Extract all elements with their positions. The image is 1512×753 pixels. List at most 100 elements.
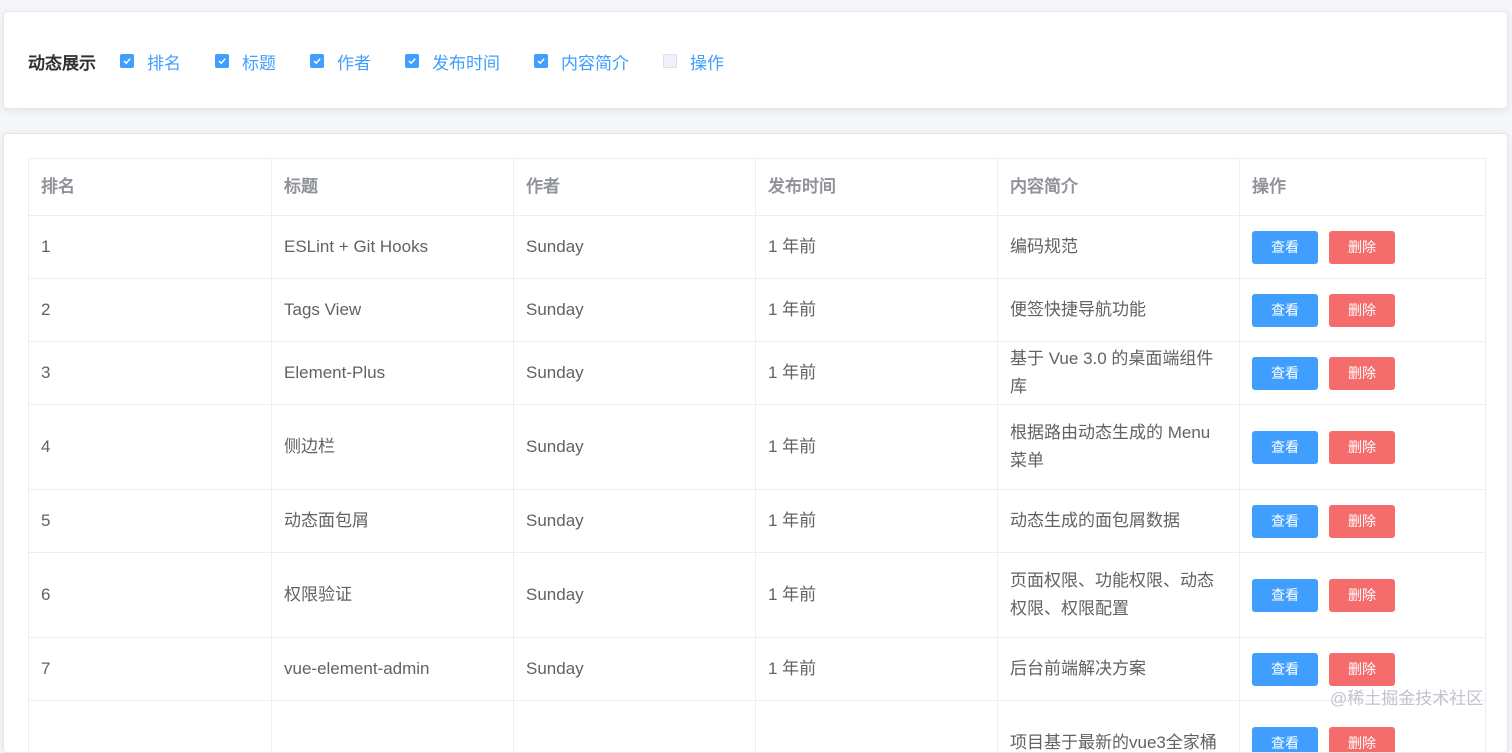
cell-description: 动态生成的面包屑数据 — [998, 490, 1240, 553]
table-row: 4 侧边栏 Sunday 1 年前 根据路由动态生成的 Menu 菜单 查看删除 — [29, 405, 1486, 490]
checkbox-checked-icon[interactable] — [405, 54, 419, 68]
column-header-author: 作者 — [514, 159, 756, 216]
column-filter-row: 动态展示 排名 标题 作者 发布时间 — [28, 12, 758, 110]
cell-description: 后台前端解决方案 — [998, 638, 1240, 701]
checkbox-label[interactable]: 作者 — [337, 49, 371, 74]
cell-description: 便签快捷导航功能 — [998, 279, 1240, 342]
cell-description: 编码规范 — [998, 216, 1240, 279]
table-row: 3 Element-Plus Sunday 1 年前 基于 Vue 3.0 的桌… — [29, 342, 1486, 405]
checkbox-label[interactable]: 排名 — [147, 49, 181, 74]
cell-actions: 查看删除 — [1240, 342, 1486, 405]
cell-author: Sunday — [514, 342, 756, 405]
checkbox-label[interactable]: 发布时间 — [432, 49, 500, 74]
cell-description: 基于 Vue 3.0 的桌面端组件库 — [998, 342, 1240, 405]
cell-description: 页面权限、功能权限、动态权限、权限配置 — [998, 553, 1240, 638]
checkbox-label[interactable]: 操作 — [690, 49, 724, 74]
column-header-description: 内容简介 — [998, 159, 1240, 216]
view-button[interactable]: 查看 — [1252, 231, 1318, 264]
cell-publish-time: 1 年前 — [756, 553, 998, 638]
column-header-rank: 排名 — [29, 159, 272, 216]
cell-author: Sunday — [514, 553, 756, 638]
cell-title: 侧边栏 — [272, 405, 514, 490]
checkbox-unchecked-icon[interactable] — [663, 54, 677, 68]
checkbox-title[interactable]: 标题 — [215, 49, 276, 74]
cell-actions: 查看删除 — [1240, 490, 1486, 553]
cell-publish-time: 1 年前 — [756, 490, 998, 553]
checkbox-actions[interactable]: 操作 — [663, 49, 724, 74]
delete-button[interactable]: 删除 — [1329, 357, 1395, 390]
cell-rank: 3 — [29, 342, 272, 405]
view-button[interactable]: 查看 — [1252, 653, 1318, 686]
checkbox-checked-icon[interactable] — [215, 54, 229, 68]
checkbox-description[interactable]: 内容简介 — [534, 49, 629, 74]
cell-actions: 查看删除 — [1240, 553, 1486, 638]
column-header-actions: 操作 — [1240, 159, 1486, 216]
cell-publish-time: 1 年前 — [756, 638, 998, 701]
delete-button[interactable]: 删除 — [1329, 579, 1395, 612]
cell-description: 根据路由动态生成的 Menu 菜单 — [998, 405, 1240, 490]
cell-publish-time: 1 年前 — [756, 216, 998, 279]
table-row: 7 vue-element-admin Sunday 1 年前 后台前端解决方案… — [29, 638, 1486, 701]
view-button[interactable]: 查看 — [1252, 294, 1318, 327]
article-table-panel: 排名 标题 作者 发布时间 内容简介 操作 1 ESLint + Git Hoo… — [3, 133, 1508, 753]
cell-rank: 2 — [29, 279, 272, 342]
cell-rank: 6 — [29, 553, 272, 638]
delete-button[interactable]: 删除 — [1329, 294, 1395, 327]
watermark-text: @稀土掘金技术社区 — [1330, 684, 1483, 709]
checkbox-author[interactable]: 作者 — [310, 49, 371, 74]
cell-title: vue-element-admin — [272, 638, 514, 701]
cell-rank: 1 — [29, 216, 272, 279]
table-row: 2 Tags View Sunday 1 年前 便签快捷导航功能 查看删除 — [29, 279, 1486, 342]
cell-rank — [29, 701, 272, 753]
view-button[interactable]: 查看 — [1252, 505, 1318, 538]
column-header-publish-time: 发布时间 — [756, 159, 998, 216]
column-filter-panel: 动态展示 排名 标题 作者 发布时间 — [3, 11, 1508, 109]
checkbox-checked-icon[interactable] — [310, 54, 324, 68]
delete-button[interactable]: 删除 — [1329, 727, 1395, 753]
cell-author: Sunday — [514, 216, 756, 279]
cell-publish-time: 1 年前 — [756, 405, 998, 490]
view-button[interactable]: 查看 — [1252, 579, 1318, 612]
cell-publish-time: 1 年前 — [756, 342, 998, 405]
checkbox-label[interactable]: 内容简介 — [561, 49, 629, 74]
table-header-row: 排名 标题 作者 发布时间 内容简介 操作 — [29, 159, 1486, 216]
cell-actions: 查看删除 — [1240, 405, 1486, 490]
article-table: 排名 标题 作者 发布时间 内容简介 操作 1 ESLint + Git Hoo… — [28, 158, 1486, 753]
delete-button[interactable]: 删除 — [1329, 231, 1395, 264]
cell-description: 项目基于最新的vue3全家桶 — [998, 701, 1240, 753]
cell-rank: 7 — [29, 638, 272, 701]
cell-rank: 5 — [29, 490, 272, 553]
table-row: 6 权限验证 Sunday 1 年前 页面权限、功能权限、动态权限、权限配置 查… — [29, 553, 1486, 638]
delete-button[interactable]: 删除 — [1329, 431, 1395, 464]
checkbox-checked-icon[interactable] — [534, 54, 548, 68]
checkbox-rank[interactable]: 排名 — [120, 49, 181, 74]
cell-title: Element-Plus — [272, 342, 514, 405]
cell-author: Sunday — [514, 279, 756, 342]
column-header-title: 标题 — [272, 159, 514, 216]
table-row: 5 动态面包屑 Sunday 1 年前 动态生成的面包屑数据 查看删除 — [29, 490, 1486, 553]
cell-actions: 查看删除 — [1240, 279, 1486, 342]
delete-button[interactable]: 删除 — [1329, 505, 1395, 538]
checkbox-checked-icon[interactable] — [120, 54, 134, 68]
cell-title: ESLint + Git Hooks — [272, 216, 514, 279]
cell-author: Sunday — [514, 405, 756, 490]
table-row: 1 ESLint + Git Hooks Sunday 1 年前 编码规范 查看… — [29, 216, 1486, 279]
cell-publish-time: 1 年前 — [756, 279, 998, 342]
checkbox-label[interactable]: 标题 — [242, 49, 276, 74]
cell-author — [514, 701, 756, 753]
delete-button[interactable]: 删除 — [1329, 653, 1395, 686]
view-button[interactable]: 查看 — [1252, 357, 1318, 390]
view-button[interactable]: 查看 — [1252, 431, 1318, 464]
cell-author: Sunday — [514, 638, 756, 701]
cell-rank: 4 — [29, 405, 272, 490]
checkbox-publish-time[interactable]: 发布时间 — [405, 49, 500, 74]
cell-title: 权限验证 — [272, 553, 514, 638]
cell-publish-time — [756, 701, 998, 753]
cell-title: Tags View — [272, 279, 514, 342]
cell-title: 动态面包屑 — [272, 490, 514, 553]
cell-actions: 查看删除 — [1240, 216, 1486, 279]
cell-title — [272, 701, 514, 753]
table-row: 项目基于最新的vue3全家桶 查看删除 — [29, 701, 1486, 753]
filter-title: 动态展示 — [28, 49, 96, 74]
view-button[interactable]: 查看 — [1252, 727, 1318, 753]
